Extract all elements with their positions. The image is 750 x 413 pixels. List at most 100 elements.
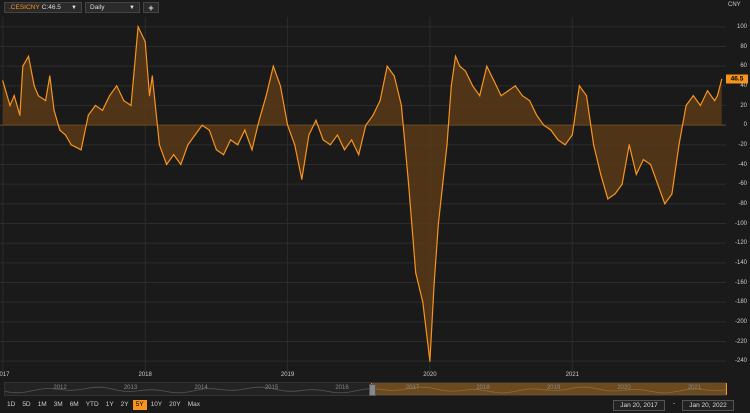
y-tick-label: -140 bbox=[734, 259, 747, 266]
data-point bbox=[251, 149, 253, 151]
data-point bbox=[116, 85, 118, 87]
data-point bbox=[265, 95, 267, 97]
data-point bbox=[578, 85, 581, 87]
data-point bbox=[130, 104, 132, 107]
end-date-field[interactable]: Jan 20, 2022 bbox=[682, 400, 734, 411]
add-symbol-button[interactable]: + bbox=[143, 2, 159, 13]
data-point bbox=[80, 149, 82, 151]
y-tick-label: 80 bbox=[740, 43, 747, 50]
x-tick-label: 2018 bbox=[138, 372, 152, 378]
data-point bbox=[19, 114, 21, 116]
chevron-down-icon[interactable]: ▼ bbox=[129, 5, 135, 11]
data-point bbox=[336, 134, 338, 136]
currency-code: CNY bbox=[728, 2, 741, 8]
data-point bbox=[173, 154, 175, 156]
data-point bbox=[244, 129, 246, 131]
data-point bbox=[358, 154, 360, 156]
data-point bbox=[365, 124, 367, 126]
data-point bbox=[657, 183, 659, 185]
y-tick-label: -180 bbox=[734, 299, 747, 306]
data-point bbox=[64, 134, 67, 136]
chart-area[interactable] bbox=[0, 17, 726, 371]
start-date-field[interactable]: Jan 20, 2017 bbox=[613, 400, 665, 411]
range-button-6m[interactable]: 6M bbox=[66, 400, 82, 410]
data-point bbox=[721, 78, 723, 80]
data-point bbox=[716, 95, 719, 97]
data-point bbox=[123, 100, 125, 102]
range-button-ytd[interactable]: YTD bbox=[82, 400, 102, 410]
navigator-year-label: 2019 bbox=[546, 385, 561, 391]
data-point bbox=[433, 281, 435, 284]
y-tick-label: 20 bbox=[740, 102, 747, 109]
data-point bbox=[585, 95, 588, 97]
range-button-max[interactable]: Max bbox=[184, 400, 204, 410]
range-button-20y[interactable]: 20Y bbox=[166, 400, 184, 410]
symbol-label: .CESICNY bbox=[9, 4, 40, 11]
data-point bbox=[507, 90, 509, 92]
range-button-5d[interactable]: 5D bbox=[19, 400, 34, 410]
data-point bbox=[607, 198, 609, 200]
x-tick-label: 2021 bbox=[565, 372, 579, 378]
range-button-10y[interactable]: 10Y bbox=[147, 400, 166, 410]
price-chart[interactable] bbox=[0, 17, 726, 371]
data-point bbox=[536, 114, 538, 116]
data-point bbox=[635, 173, 637, 175]
data-point bbox=[408, 183, 410, 185]
data-point bbox=[642, 159, 645, 161]
data-point bbox=[151, 75, 153, 77]
y-tick-label: -160 bbox=[734, 279, 747, 286]
data-point bbox=[714, 100, 716, 102]
y-tick-label: 100 bbox=[736, 23, 747, 30]
data-point bbox=[472, 85, 474, 87]
range-button-3m[interactable]: 3M bbox=[50, 400, 66, 410]
data-point bbox=[678, 144, 680, 146]
x-tick-label: 2017 bbox=[0, 372, 10, 378]
y-tick-label: -60 bbox=[738, 181, 747, 188]
close-value: C:46.5 bbox=[41, 4, 61, 11]
plus-icon: + bbox=[148, 2, 154, 13]
data-point bbox=[706, 90, 709, 92]
time-navigator[interactable]: 2012 2013 2014 2015 2016 2017 2018 2019 2020 2021 bbox=[4, 382, 727, 396]
data-point bbox=[386, 65, 388, 67]
range-button-2y[interactable]: 2Y bbox=[117, 400, 132, 410]
navigator-left-handle[interactable] bbox=[369, 384, 376, 396]
data-point bbox=[201, 124, 203, 126]
data-point bbox=[208, 129, 210, 131]
range-button-1d[interactable]: 1D bbox=[4, 400, 19, 410]
symbol-selector[interactable]: .CESICNY C:46.5 ▼ bbox=[4, 2, 82, 13]
data-point bbox=[664, 203, 666, 205]
data-point bbox=[446, 144, 448, 146]
data-point bbox=[9, 104, 11, 107]
data-point bbox=[70, 144, 72, 146]
data-point bbox=[437, 222, 439, 225]
interval-dropdown[interactable]: Daily ▼ bbox=[85, 2, 140, 13]
data-point bbox=[301, 178, 303, 180]
range-button-1m[interactable]: 1M bbox=[34, 400, 50, 410]
data-point bbox=[351, 139, 353, 141]
data-point bbox=[614, 193, 616, 195]
navigator-year-label: 2017 bbox=[405, 385, 420, 391]
data-point bbox=[180, 163, 182, 166]
data-point bbox=[322, 139, 324, 141]
data-point bbox=[685, 104, 687, 107]
series-area-fill bbox=[2, 26, 722, 362]
y-tick-label: -220 bbox=[734, 338, 747, 345]
data-point bbox=[13, 95, 15, 97]
data-point bbox=[222, 154, 225, 156]
data-point bbox=[315, 119, 317, 121]
chevron-down-icon[interactable]: ▼ bbox=[71, 5, 77, 11]
data-point bbox=[187, 144, 189, 146]
data-point bbox=[230, 139, 232, 141]
x-tick-label: 2019 bbox=[280, 372, 295, 378]
navigator-year-label: 2016 bbox=[335, 385, 349, 391]
data-point bbox=[101, 109, 104, 111]
range-button-1y[interactable]: 1Y bbox=[102, 400, 117, 410]
date-separator: - bbox=[673, 400, 676, 407]
navigator-year-label: 2018 bbox=[476, 385, 490, 391]
data-point bbox=[194, 134, 196, 136]
data-point bbox=[158, 144, 160, 146]
range-button-5y[interactable]: 5Y bbox=[132, 400, 147, 410]
data-point bbox=[650, 163, 652, 166]
data-point bbox=[329, 144, 331, 146]
data-point bbox=[215, 149, 217, 151]
